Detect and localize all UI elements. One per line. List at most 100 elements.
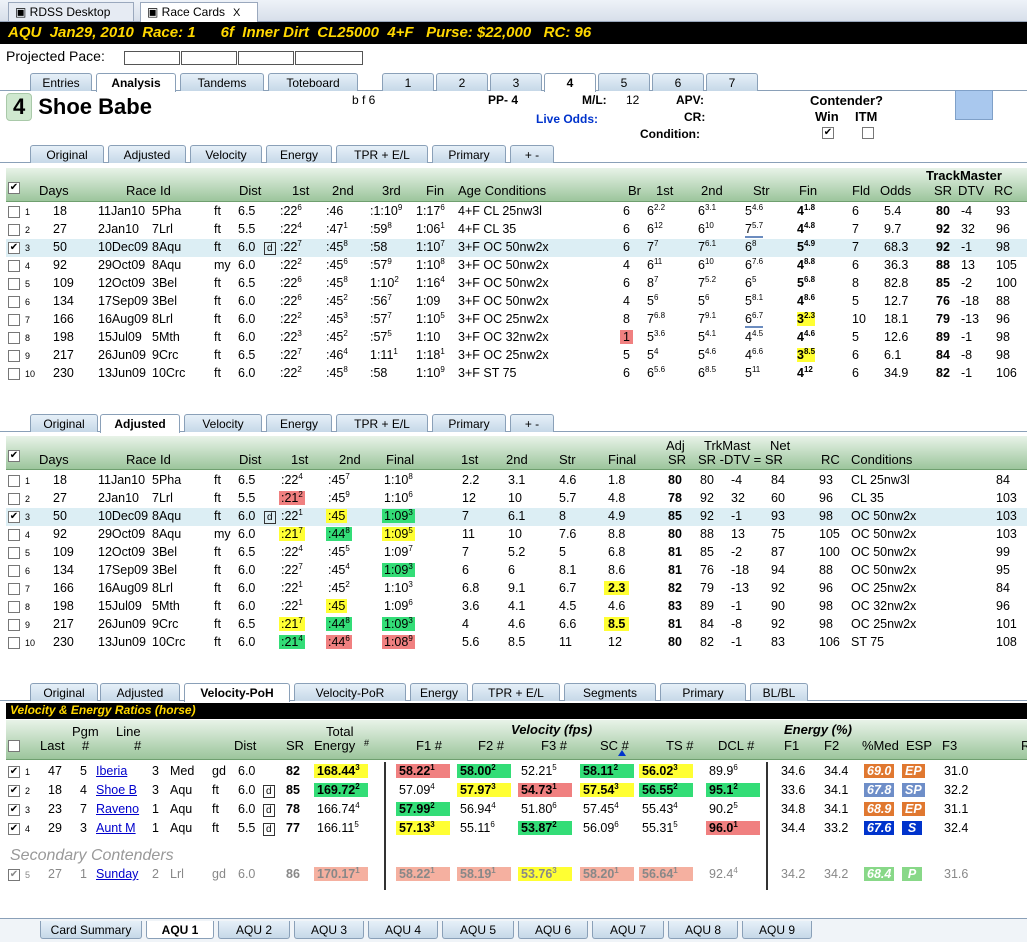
tab-rdss-desktop[interactable]: ▣ RDSS Desktop bbox=[8, 2, 134, 21]
table2-row[interactable]: ✔ 3 50 10Dec09 8Aqu ft 6.0 d:221:45 1:093 7 6.1 8 4.… bbox=[6, 508, 1027, 526]
row-checkbox[interactable] bbox=[8, 206, 20, 218]
table1-row[interactable]: 10 230 13Jun09 10Crc ft 6.0:222:458:58 1:109 3+… bbox=[6, 365, 1027, 383]
row-checkbox[interactable] bbox=[8, 368, 20, 380]
sub-tab-9[interactable]: BL/BL bbox=[750, 683, 808, 701]
row-checkbox[interactable] bbox=[8, 260, 20, 272]
bottom-tab-9[interactable]: AQU 8 bbox=[668, 921, 738, 939]
close-icon[interactable]: X bbox=[233, 7, 240, 19]
table2-row[interactable]: 1 18 11Jan10 5Pha ft 6.5:224:457 1:108 2.2 3.1 4.… bbox=[6, 472, 1027, 490]
row-checkbox[interactable] bbox=[8, 350, 20, 362]
sub-tab-6[interactable]: Primary bbox=[432, 145, 506, 163]
table1-row[interactable]: 5 109 12Oct09 3Bel ft 6.5:226:458 1:102 1:164 3+… bbox=[6, 275, 1027, 293]
table3-row[interactable]: ✔ 2 18 4 Shoe B 3 Aqu ft d 6.0 85 169.722 57.094 57.9… bbox=[6, 782, 1027, 800]
tab-analysis[interactable]: Analysis bbox=[96, 73, 176, 92]
row-checkbox[interactable] bbox=[8, 224, 20, 236]
horse-link[interactable]: Sunday bbox=[96, 867, 138, 881]
table1-row[interactable]: 1 18 11Jan10 5Pha ft 6.5:226:46:1:109 1:176 4+F… bbox=[6, 203, 1027, 221]
sub-tab-6[interactable]: TPR + E/L bbox=[472, 683, 560, 701]
tab-race-1[interactable]: 1 bbox=[382, 73, 434, 91]
horse-link[interactable]: Shoe B bbox=[96, 783, 137, 797]
select-all-checkbox-3[interactable] bbox=[8, 740, 20, 752]
row-checkbox[interactable] bbox=[8, 601, 20, 613]
horse-link[interactable]: Aunt M bbox=[96, 821, 136, 835]
table2-row[interactable]: 6 134 17Sep09 3Bel ft 6.0:227:454 1:093 6 6 8.1 8.… bbox=[6, 562, 1027, 580]
table1-row[interactable]: 2 27 2Jan10 7Lrl ft 5.5:224:471:598 1:061 4+F C… bbox=[6, 221, 1027, 239]
sub-tab-4[interactable]: Velocity-PoR bbox=[294, 683, 406, 701]
table2-row[interactable]: 10 230 13Jun09 10Crc ft 6.0:214:446 1:089 5.6 8.… bbox=[6, 634, 1027, 652]
bottom-tab-3[interactable]: AQU 2 bbox=[218, 921, 290, 939]
select-all-checkbox-1[interactable]: ✔ bbox=[8, 182, 20, 194]
sub-tab-2[interactable]: Adjusted bbox=[108, 145, 186, 163]
bottom-tab-1[interactable]: Card Summary bbox=[40, 921, 142, 939]
sub-tab-2[interactable]: Adjusted bbox=[100, 683, 180, 701]
row-checkbox[interactable]: ✔ bbox=[8, 823, 20, 835]
tab-race-7[interactable]: 7 bbox=[706, 73, 758, 91]
select-all-checkbox-2[interactable]: ✔ bbox=[8, 450, 20, 462]
sub-tab-7[interactable]: + - bbox=[510, 145, 554, 163]
sub-tab-3[interactable]: Velocity bbox=[184, 414, 262, 432]
row-checkbox[interactable] bbox=[8, 583, 20, 595]
sub-tab-4[interactable]: Energy bbox=[266, 145, 332, 163]
row-checkbox[interactable] bbox=[8, 493, 20, 505]
table2-row[interactable]: 4 92 29Oct09 8Aqu my 6.0:217:448 1:095 11 10 7.6 8… bbox=[6, 526, 1027, 544]
row-checkbox[interactable]: ✔ bbox=[8, 242, 20, 254]
pace-select-3[interactable] bbox=[238, 51, 294, 65]
tab-toteboard[interactable]: Toteboard bbox=[268, 73, 358, 91]
table1-row[interactable]: 9 217 26Jun09 9Crc ft 6.5:227:464 1:111 1:181 3+… bbox=[6, 347, 1027, 365]
table2-row[interactable]: 2 27 2Jan10 7Lrl ft 5.5:212:459 1:106 12 10 5.7 4.… bbox=[6, 490, 1027, 508]
row-checkbox[interactable]: ✔ bbox=[8, 511, 20, 523]
pace-select-2[interactable] bbox=[181, 51, 237, 65]
sub-tab-7[interactable]: Segments bbox=[564, 683, 656, 701]
sub-tab-2[interactable]: Adjusted bbox=[100, 414, 180, 433]
table1-row[interactable]: ✔ 3 50 10Dec09 8Aqu ft 6.0 d:227:458:58 1:107 3+F… bbox=[6, 239, 1027, 257]
bottom-tab-2[interactable]: AQU 1 bbox=[146, 921, 214, 939]
bottom-tab-8[interactable]: AQU 7 bbox=[592, 921, 664, 939]
tab-race-4[interactable]: 4 bbox=[544, 73, 596, 92]
sub-tab-7[interactable]: + - bbox=[510, 414, 554, 432]
tab-race-2[interactable]: 2 bbox=[436, 73, 488, 91]
sub-tab-1[interactable]: Original bbox=[30, 683, 98, 701]
tab-entries[interactable]: Entries bbox=[30, 73, 92, 91]
table2-row[interactable]: 9 217 26Jun09 9Crc ft 6.5:217:448 1:093 4 4.6 6.6… bbox=[6, 616, 1027, 634]
sub-tab-3[interactable]: Velocity-PoH bbox=[184, 683, 290, 702]
pace-select-1[interactable] bbox=[124, 51, 180, 65]
row-checkbox[interactable]: ✔ bbox=[8, 869, 20, 881]
table2-row[interactable]: 5 109 12Oct09 3Bel ft 6.5:224:455 1:097 7 5.2 5 6.… bbox=[6, 544, 1027, 562]
row-checkbox[interactable] bbox=[8, 475, 20, 487]
table1-row[interactable]: 6 134 17Sep09 3Bel ft 6.0:226:452:567 1:09 3+F … bbox=[6, 293, 1027, 311]
bottom-tab-5[interactable]: AQU 4 bbox=[368, 921, 438, 939]
sub-tab-8[interactable]: Primary bbox=[660, 683, 746, 701]
row-checkbox[interactable] bbox=[8, 332, 20, 344]
table1-row[interactable]: 4 92 29Oct09 8Aqu my 6.0:222:456:579 1:108 3+F … bbox=[6, 257, 1027, 275]
sub-tab-4[interactable]: Energy bbox=[266, 414, 332, 432]
table3-row[interactable]: ✔ 5 27 1 Sunday 2 Lrl gd 6.0 86 170.171 58.221 58.19… bbox=[6, 866, 1027, 884]
row-checkbox[interactable] bbox=[8, 547, 20, 559]
itm-checkbox[interactable] bbox=[862, 127, 874, 139]
table3-row[interactable]: ✔ 3 23 7 Raveno 1 Aqu ft d 6.0 78 166.744 57.992 56.9… bbox=[6, 801, 1027, 819]
tab-race-5[interactable]: 5 bbox=[598, 73, 650, 91]
sub-tab-5[interactable]: TPR + E/L bbox=[336, 414, 428, 432]
bottom-tab-7[interactable]: AQU 6 bbox=[518, 921, 588, 939]
horse-link[interactable]: Raveno bbox=[96, 802, 139, 816]
tab-race-cards[interactable]: ▣ Race Cards X bbox=[140, 2, 258, 22]
sub-tab-1[interactable]: Original bbox=[30, 145, 104, 163]
row-checkbox[interactable]: ✔ bbox=[8, 804, 20, 816]
sub-tab-5[interactable]: Energy bbox=[410, 683, 468, 701]
table3-row[interactable]: ✔ 4 29 3 Aunt M 1 Aqu ft d 5.5 77 166.115 57.133 55.1… bbox=[6, 820, 1027, 838]
tab-race-3[interactable]: 3 bbox=[490, 73, 542, 91]
win-checkbox[interactable]: ✔ bbox=[822, 127, 834, 139]
sub-tab-6[interactable]: Primary bbox=[432, 414, 506, 432]
row-checkbox[interactable] bbox=[8, 278, 20, 290]
bottom-tab-4[interactable]: AQU 3 bbox=[294, 921, 364, 939]
row-checkbox[interactable] bbox=[8, 619, 20, 631]
table2-row[interactable]: 8 198 15Jul09 5Mth ft 6.0:221:45 1:096 3.6 4.1 4.… bbox=[6, 598, 1027, 616]
tab-race-6[interactable]: 6 bbox=[652, 73, 704, 91]
bottom-tab-10[interactable]: AQU 9 bbox=[742, 921, 812, 939]
tab-tandems[interactable]: Tandems bbox=[180, 73, 264, 91]
table2-row[interactable]: 7 166 16Aug09 8Lrl ft 6.0:221:452 1:103 6.8 9.1 6… bbox=[6, 580, 1027, 598]
row-checkbox[interactable]: ✔ bbox=[8, 766, 20, 778]
pace-select-4[interactable] bbox=[295, 51, 363, 65]
table1-row[interactable]: 8 198 15Jul09 5Mth ft 6.0:223:452:575 1:10 3+F … bbox=[6, 329, 1027, 347]
row-checkbox[interactable] bbox=[8, 296, 20, 308]
table3-row[interactable]: ✔ 1 47 5 Iberia 3 Med gd 6.0 82 168.443 58.221 58.00… bbox=[6, 763, 1027, 781]
